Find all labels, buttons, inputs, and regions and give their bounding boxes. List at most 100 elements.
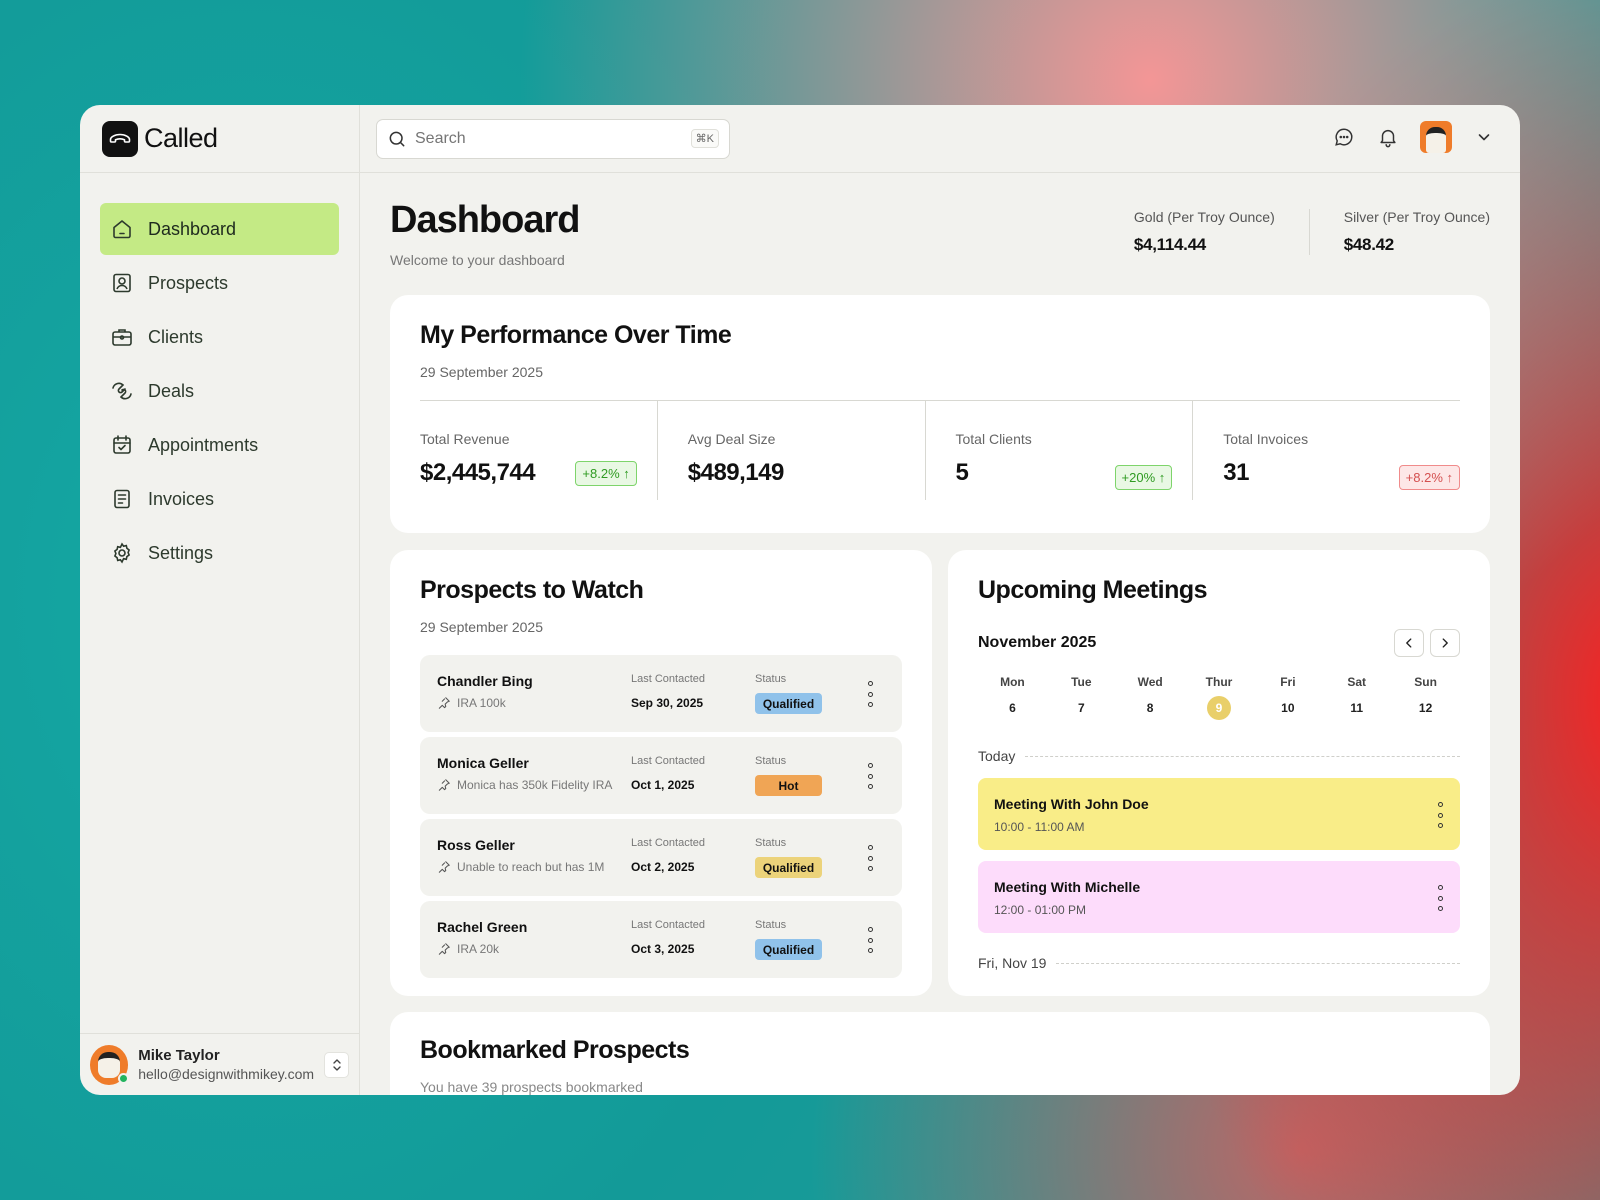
calendar-day[interactable]: Thur 9	[1185, 675, 1254, 720]
status-badge: Qualified	[755, 857, 822, 878]
more-options-button[interactable]	[1436, 802, 1444, 828]
sidebar-item-deals[interactable]: Deals	[100, 365, 339, 417]
user-card[interactable]: Mike Taylor hello@designwithmikey.com	[80, 1033, 359, 1095]
trend-badge: +8.2% ↑	[1398, 465, 1460, 490]
more-options-button[interactable]	[866, 681, 874, 707]
gear-icon	[113, 542, 131, 564]
calendar-day[interactable]: Wed 8	[1116, 675, 1185, 720]
status-badge: Qualified	[755, 939, 822, 960]
more-options-button[interactable]	[866, 845, 874, 871]
chat-icon	[1335, 128, 1353, 146]
next-week-button[interactable]	[1430, 629, 1460, 657]
calendar-month: November 2025	[978, 634, 1097, 651]
sidebar-item-prospects[interactable]: Prospects	[100, 257, 339, 309]
status-label: Status	[755, 673, 787, 685]
calendar-day[interactable]: Mon 6	[978, 675, 1047, 720]
account-switch-button[interactable]	[324, 1051, 349, 1078]
user-email: hello@designwithmikey.com	[138, 1066, 315, 1082]
last-contacted-value: Sep 30, 2025	[631, 696, 704, 710]
stats-row: Total Revenue $2,445,744 +8.2% ↑ Avg Dea…	[420, 400, 1460, 500]
prospects-card: Prospects to Watch 29 September 2025 Cha…	[390, 550, 932, 996]
prospect-note-text: Unable to reach but has 1M	[457, 860, 605, 874]
profile-avatar[interactable]	[1420, 121, 1452, 153]
sidebar-item-invoices[interactable]: Invoices	[100, 473, 339, 525]
card-title: Upcoming Meetings	[978, 576, 1208, 604]
calendar-day[interactable]: Sun 12	[1391, 675, 1460, 720]
bookmarked-card: Bookmarked Prospects You have 39 prospec…	[390, 1012, 1490, 1095]
sidebar: Called Dashboard Prospects Clients Deals	[80, 105, 360, 1095]
page-header: Dashboard Welcome to your dashboard Gold…	[390, 199, 1490, 295]
day-number: 6	[1009, 701, 1016, 715]
card-title: My Performance Over Time	[420, 321, 732, 349]
card-title: Bookmarked Prospects	[420, 1036, 690, 1064]
notifications-button[interactable]	[1376, 125, 1400, 149]
avatar	[90, 1044, 130, 1085]
last-contacted-value: Oct 2, 2025	[631, 860, 695, 874]
stat-label: Total Clients	[955, 431, 1032, 447]
sidebar-item-clients[interactable]: Clients	[100, 311, 339, 363]
prospect-row[interactable]: Rachel Green IRA 20k Last Contacted Oct …	[420, 901, 902, 978]
more-options-button[interactable]	[866, 927, 874, 953]
card-date: 29 September 2025	[420, 619, 543, 635]
day-number: 12	[1418, 701, 1433, 715]
sidebar-item-label: Invoices	[148, 488, 215, 509]
search-box[interactable]: ⌘K	[376, 118, 730, 159]
online-status-dot	[118, 1072, 130, 1084]
status-label: Status	[755, 919, 787, 931]
search-icon	[389, 131, 405, 146]
prospect-note: Monica has 350k Fidelity IRA	[437, 778, 612, 792]
stat-value: $489,149	[687, 459, 785, 486]
prev-week-button[interactable]	[1394, 629, 1424, 657]
messages-button[interactable]	[1332, 125, 1356, 149]
calendar-day[interactable]: Fri 10	[1253, 675, 1322, 720]
card-title: Prospects to Watch	[420, 576, 644, 604]
pin-icon	[438, 861, 450, 873]
metal-label: Silver (Per Troy Ounce)	[1343, 209, 1490, 225]
meetings-card: Upcoming Meetings November 2025 Mon 6 Tu…	[948, 550, 1490, 996]
main-area: ⌘K Dashboard Welcome to your dashboard	[360, 105, 1520, 1095]
metal-prices: Gold (Per Troy Ounce) $4,114.44 Silver (…	[1100, 209, 1490, 255]
app-window: Called Dashboard Prospects Clients Deals	[80, 105, 1520, 1095]
pin-icon	[438, 779, 450, 791]
top-bar: ⌘K	[360, 105, 1520, 173]
profile-menu-button[interactable]	[1472, 125, 1496, 149]
status-badge: Qualified	[755, 693, 822, 714]
calendar-day[interactable]: Tue 7	[1047, 675, 1116, 720]
handshake-icon	[112, 382, 132, 400]
card-subtitle: You have 39 prospects bookmarked	[420, 1079, 643, 1095]
prospect-row[interactable]: Monica Geller Monica has 350k Fidelity I…	[420, 737, 902, 814]
sidebar-item-appointments[interactable]: Appointments	[100, 419, 339, 471]
day-number: 9	[1207, 696, 1231, 720]
last-contacted-value: Oct 3, 2025	[631, 942, 695, 956]
meeting-item[interactable]: Meeting With John Doe 10:00 - 11:00 AM	[978, 778, 1460, 850]
stat-label: Avg Deal Size	[687, 431, 776, 447]
dashboard-content: Dashboard Welcome to your dashboard Gold…	[360, 173, 1520, 295]
last-contacted-label: Last Contacted	[631, 837, 705, 849]
day-number: 8	[1146, 701, 1154, 715]
status-label: Status	[755, 837, 787, 849]
card-date: 29 September 2025	[420, 364, 543, 380]
metal-label: Gold (Per Troy Ounce)	[1133, 209, 1275, 225]
trend-badge: +8.2% ↑	[575, 461, 637, 486]
more-options-button[interactable]	[866, 763, 874, 789]
search-input[interactable]	[415, 129, 683, 148]
last-contacted-label: Last Contacted	[631, 673, 705, 685]
receipt-icon	[114, 489, 130, 509]
calendar-day[interactable]: Sat 11	[1322, 675, 1391, 720]
bell-icon	[1380, 129, 1396, 148]
day-name: Mon	[1000, 675, 1025, 689]
sidebar-item-dashboard[interactable]: Dashboard	[100, 203, 339, 255]
sidebar-item-label: Appointments	[148, 434, 259, 455]
chevron-up-down-icon	[332, 1058, 341, 1071]
more-options-button[interactable]	[1436, 885, 1444, 911]
sidebar-item-settings[interactable]: Settings	[100, 527, 339, 579]
prospect-row[interactable]: Chandler Bing IRA 100k Last Contacted Se…	[420, 655, 902, 732]
sidebar-item-label: Prospects	[148, 272, 229, 293]
brand[interactable]: Called	[80, 105, 359, 173]
prospect-row[interactable]: Ross Geller Unable to reach but has 1M L…	[420, 819, 902, 896]
meeting-item[interactable]: Meeting With Michelle 12:00 - 01:00 PM	[978, 861, 1460, 933]
today-divider: Today	[978, 748, 1460, 764]
sidebar-item-label: Clients	[148, 326, 204, 347]
prospect-note: IRA 100k	[437, 696, 506, 710]
briefcase-icon	[112, 329, 132, 346]
